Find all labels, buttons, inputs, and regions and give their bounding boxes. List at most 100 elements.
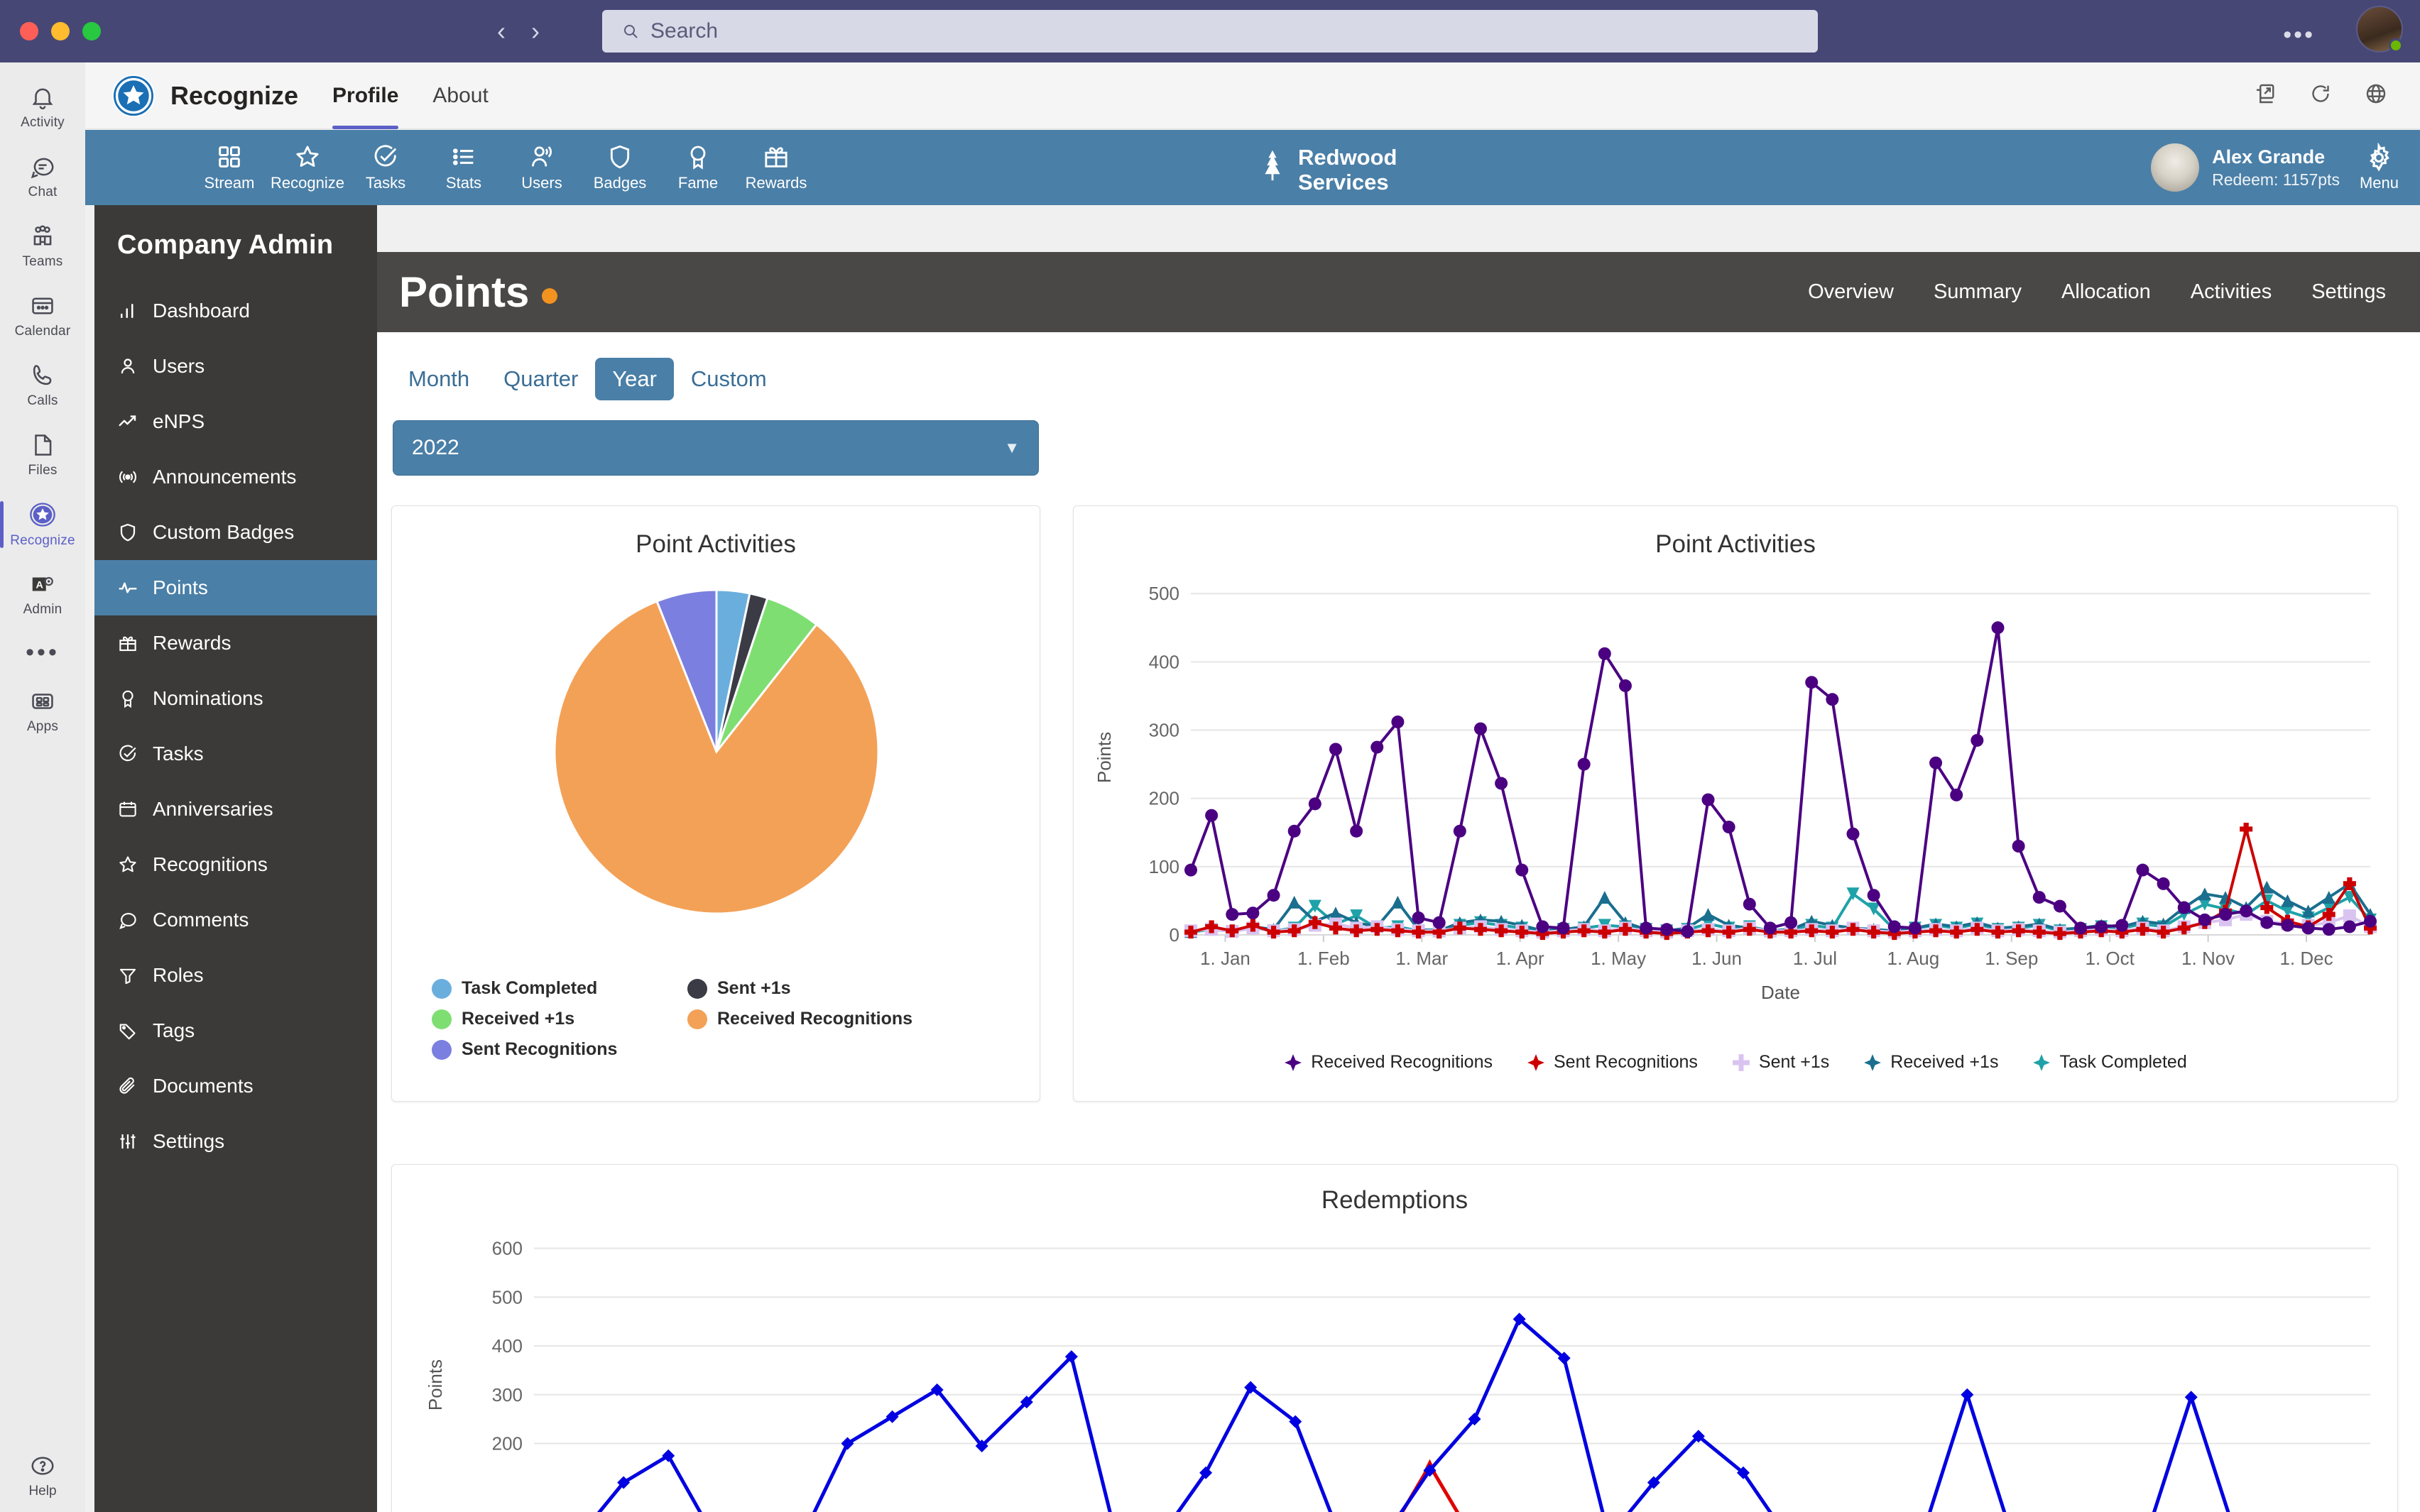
menu-button[interactable]: Menu (2360, 143, 2399, 192)
tab-allocation[interactable]: Allocation (2061, 280, 2151, 304)
nav-item-recognize[interactable]: Recognize (268, 143, 347, 192)
sidebar-item-recognitions[interactable]: Recognitions (94, 837, 377, 892)
user-avatar-titlebar[interactable] (2356, 6, 2403, 53)
tab-summary[interactable]: Summary (1934, 280, 2022, 304)
range-tab-custom[interactable]: Custom (674, 358, 784, 400)
app-root: ‹ › ••• Activity (0, 0, 2420, 1512)
sidebar-item-label: Custom Badges (153, 521, 295, 543)
rail-item-teams[interactable]: Teams (0, 217, 85, 275)
nav-item-tasks[interactable]: Tasks (347, 143, 425, 192)
sidebar-item-documents[interactable]: Documents (94, 1058, 377, 1114)
sidebar-item-roles[interactable]: Roles (94, 948, 377, 1003)
comment-icon (119, 913, 136, 930)
sidebar-item-points[interactable]: Points (94, 560, 377, 615)
back-icon[interactable]: ‹ (497, 16, 506, 47)
sidebar-item-label: Points (153, 576, 208, 598)
legend-item-sent-1s[interactable]: Sent +1s (1732, 1052, 1829, 1073)
globe-icon[interactable] (2363, 81, 2389, 110)
sidebar-item-nominations[interactable]: Nominations (94, 671, 377, 726)
pie-chart (553, 588, 880, 915)
sidebar-item-tags[interactable]: Tags (94, 1003, 377, 1058)
rail-item-chat[interactable]: Chat (0, 148, 85, 206)
minimize-window-button[interactable] (51, 22, 70, 40)
sidebar-item-enps[interactable]: eNPS (94, 394, 377, 449)
tab-overview[interactable]: Overview (1808, 280, 1894, 304)
rail-label: Chat (28, 185, 58, 199)
legend-item-received-recognitions[interactable]: Received Recognitions (1284, 1052, 1493, 1073)
svg-text:300: 300 (1149, 720, 1179, 741)
sidebar-item-settings[interactable]: Settings (94, 1114, 377, 1169)
sidebar-item-custom-badges[interactable]: Custom Badges (94, 505, 377, 560)
sidebar-item-tasks[interactable]: Tasks (94, 726, 377, 782)
redemptions-chart-title: Redemptions (1321, 1186, 1468, 1214)
range-tab-quarter[interactable]: Quarter (486, 358, 595, 400)
popout-icon[interactable] (2252, 81, 2278, 110)
legend-label: Received Recognitions (1311, 1052, 1493, 1072)
shield-icon (610, 145, 630, 169)
tab-activities[interactable]: Activities (2191, 280, 2272, 304)
line-legend: Received Recognitions Sent Recognitions … (1074, 1052, 2397, 1073)
app-title: Recognize (170, 80, 299, 110)
nav-item-badges[interactable]: Badges (581, 143, 659, 192)
range-tab-year[interactable]: Year (595, 358, 674, 400)
svg-text:1. Feb: 1. Feb (1297, 948, 1350, 969)
sidebar-title: Company Admin (117, 230, 334, 260)
legend-item-received-recognitions[interactable]: Received Recognitions (687, 1009, 943, 1029)
svg-text:1. Aug: 1. Aug (1887, 948, 1939, 969)
sidebar-item-anniversaries[interactable]: Anniversaries (94, 782, 377, 837)
rail-item-calendar[interactable]: Calendar (0, 287, 85, 345)
help-icon (29, 1452, 56, 1479)
svg-text:600: 600 (492, 1238, 523, 1259)
nav-item-stats[interactable]: Stats (425, 143, 503, 192)
legend-item-task-completed[interactable]: Task Completed (432, 978, 687, 999)
legend-item-sent-recognitions[interactable]: Sent Recognitions (432, 1039, 687, 1060)
rail-item-help[interactable]: Help (0, 1452, 85, 1499)
gift-icon (119, 636, 136, 652)
window-titlebar: ‹ › ••• (0, 0, 2420, 62)
legend-item-sent-1s[interactable]: Sent +1s (687, 978, 943, 999)
search-input[interactable] (650, 19, 1727, 43)
rail-item-admin[interactable]: A Admin (0, 565, 85, 623)
nav-label: Rewards (745, 174, 807, 192)
legend-item-task-completed[interactable]: Task Completed (2032, 1052, 2187, 1073)
titlebar-more-button[interactable]: ••• (2283, 21, 2315, 49)
rail-item-files[interactable]: Files (0, 426, 85, 484)
company-brand: Redwood Services (1257, 145, 1397, 195)
svg-text:1. May: 1. May (1591, 948, 1646, 969)
search-bar[interactable] (602, 10, 1818, 53)
maximize-window-button[interactable] (82, 22, 101, 40)
tab-profile[interactable]: Profile (332, 62, 399, 129)
rail-item-calls[interactable]: Calls (0, 356, 85, 415)
gear-icon (2370, 143, 2390, 172)
svg-text:100: 100 (1149, 856, 1179, 877)
rail-item-apps[interactable]: Apps (0, 682, 85, 740)
user-profile-button[interactable]: Alex Grande Redeem: 1157pts (2151, 143, 2340, 192)
sidebar-item-dashboard[interactable]: Dashboard (94, 283, 377, 339)
nav-item-users[interactable]: Users (503, 143, 581, 192)
rail-item-recognize[interactable]: Recognize (0, 495, 85, 554)
nav-item-stream[interactable]: Stream (190, 143, 268, 192)
rail-item-activity[interactable]: Activity (0, 78, 85, 136)
range-tab-month[interactable]: Month (391, 358, 486, 400)
nav-label: Tasks (365, 174, 406, 192)
file-icon (29, 432, 56, 459)
forward-icon[interactable]: › (531, 16, 540, 47)
refresh-icon[interactable] (2308, 81, 2333, 110)
sidebar-item-users[interactable]: Users (94, 339, 377, 394)
year-select[interactable]: 2022 ▼ (393, 420, 1039, 476)
rail-more-button[interactable]: ••• (26, 639, 60, 667)
tab-settings[interactable]: Settings (2311, 280, 2386, 304)
line-chart-title: Point Activities (1655, 530, 1816, 558)
tab-about[interactable]: About (432, 62, 488, 129)
legend-item-received-1s[interactable]: Received +1s (1863, 1052, 1998, 1073)
nav-item-fame[interactable]: Fame (659, 143, 737, 192)
legend-item-received-1s[interactable]: Received +1s (432, 1009, 687, 1029)
nav-arrows[interactable]: ‹ › (497, 16, 540, 47)
sidebar-item-comments[interactable]: Comments (94, 892, 377, 948)
sidebar-item-rewards[interactable]: Rewards (94, 615, 377, 671)
legend-item-sent-recognitions[interactable]: Sent Recognitions (1527, 1052, 1698, 1073)
calendar-icon (119, 801, 136, 817)
nav-item-rewards[interactable]: Rewards (737, 143, 815, 192)
close-window-button[interactable] (20, 22, 38, 40)
sidebar-item-announcements[interactable]: Announcements (94, 449, 377, 505)
